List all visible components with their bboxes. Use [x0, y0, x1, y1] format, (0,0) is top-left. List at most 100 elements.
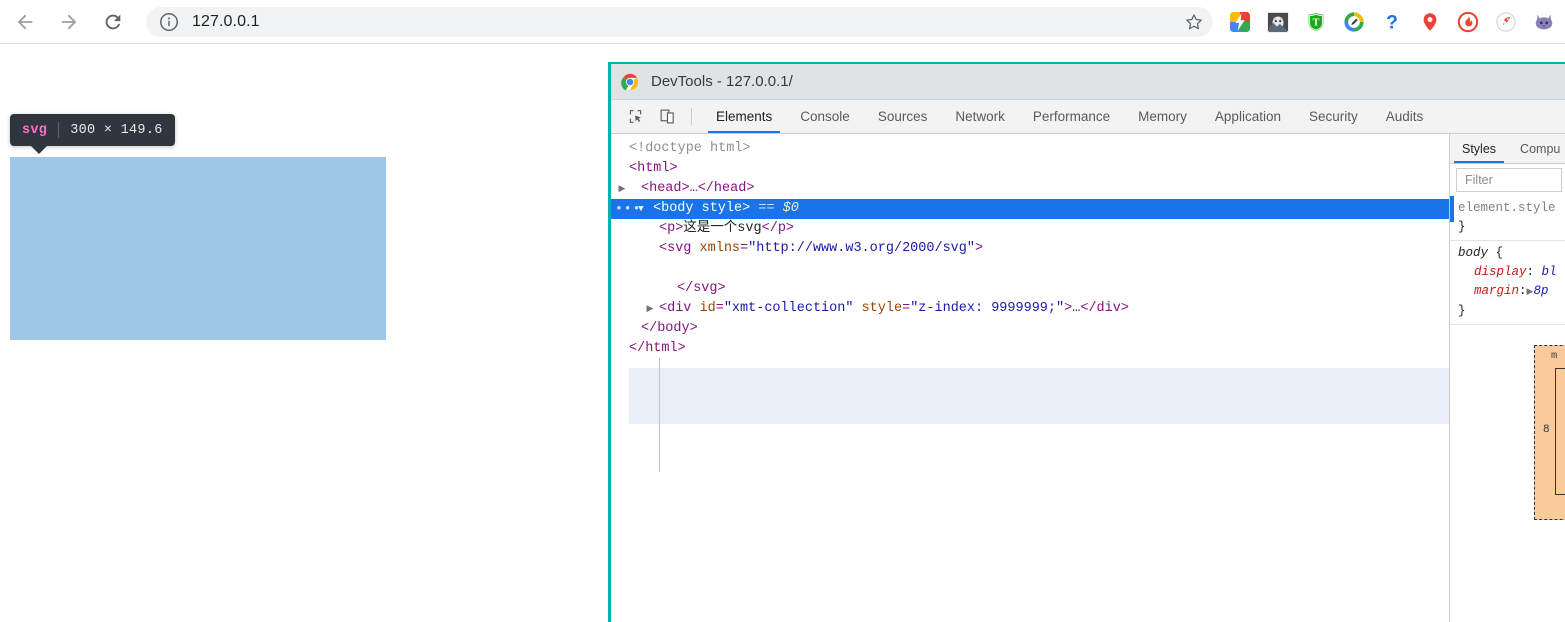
dom-line-paragraph[interactable]: <p>这是一个svg</p>	[611, 219, 1449, 239]
inspector-tag-name: svg	[22, 122, 48, 138]
tab-console[interactable]: Console	[786, 100, 864, 133]
body-open-brace: {	[1495, 246, 1504, 260]
box-model-margin-value[interactable]: 8	[1543, 424, 1550, 436]
devtools-body: <!doctype html> <html> ▶ <head>…</head> …	[611, 134, 1565, 622]
dom-line-svg-open[interactable]: <svg xmlns="http://www.w3.org/2000/svg">	[611, 239, 1449, 259]
p-text-content: 这是一个svg	[683, 221, 762, 236]
svg-close-tag: </svg>	[677, 281, 726, 296]
device-toolbar-button[interactable]	[651, 100, 683, 133]
dom-line-html-close[interactable]: </html>	[611, 339, 1449, 359]
lightning-colorful-icon	[1229, 11, 1251, 33]
tab-elements[interactable]: Elements	[702, 100, 786, 133]
expand-triangle-icon[interactable]: ▶	[616, 179, 628, 199]
margin-property[interactable]: margin	[1458, 282, 1519, 301]
css-rule-element-style[interactable]: element.style }	[1450, 196, 1565, 241]
dom-line-head[interactable]: ▶ <head>…</head>	[611, 179, 1449, 199]
tab-security[interactable]: Security	[1295, 100, 1372, 133]
dom-line-body-close[interactable]: </body>	[611, 319, 1449, 339]
tab-computed[interactable]: Compu	[1508, 134, 1565, 163]
collapse-triangle-icon[interactable]: ▼	[635, 199, 647, 219]
rocket-circle-extension[interactable]	[1487, 3, 1525, 41]
dom-line-html-open[interactable]: <html>	[611, 159, 1449, 179]
html-open-tag: <html>	[629, 161, 678, 176]
tab-audits[interactable]: Audits	[1372, 100, 1438, 133]
div-style-attr-name: style	[861, 301, 903, 316]
css-rule-marker	[1450, 196, 1454, 222]
red-flame-circle-extension[interactable]	[1449, 3, 1487, 41]
flame-circle-icon	[1457, 11, 1479, 33]
body-close-brace: }	[1458, 304, 1466, 318]
box-model-diagram[interactable]: m 8	[1534, 345, 1565, 520]
tab-elements-label: Elements	[716, 109, 773, 124]
lightning-colorful-extension[interactable]	[1221, 3, 1259, 41]
cat-image-extension[interactable]	[1259, 3, 1297, 41]
tab-security-label: Security	[1308, 109, 1358, 124]
device-toolbar-icon	[660, 109, 674, 124]
styles-filter-input[interactable]: Filter	[1456, 168, 1562, 192]
pen-circle-extension[interactable]	[1335, 3, 1373, 41]
div-id-attr-value: "xmt-collection"	[723, 301, 854, 316]
head-collapsed-tag: <head>…</head>	[641, 181, 755, 196]
inspect-element-button[interactable]	[619, 100, 651, 133]
box-model-border-box	[1555, 368, 1565, 495]
element-style-close-brace: }	[1458, 220, 1466, 234]
green-shield-t-extension[interactable]: T	[1297, 3, 1335, 41]
purple-cat-extension[interactable]	[1525, 3, 1563, 41]
info-circle-icon[interactable]	[158, 11, 180, 33]
margin-value[interactable]: 8p	[1533, 284, 1548, 298]
blue-question-mark-extension[interactable]: ?	[1373, 3, 1411, 41]
purple-cat-icon	[1535, 14, 1553, 30]
dom-line-doctype[interactable]: <!doctype html>	[611, 139, 1449, 159]
display-value[interactable]: bl	[1542, 265, 1557, 279]
dom-line-body-open[interactable]: ••• ▼ <body style> == $0	[611, 199, 1449, 219]
div-id-attr-name: id	[699, 301, 716, 316]
expand-triangle-icon[interactable]: ▶	[644, 299, 656, 319]
bookmark-button[interactable]	[1181, 9, 1207, 35]
div-style-attr-value: "z-index: 9999999;"	[910, 301, 1065, 316]
toolbar-divider	[691, 108, 692, 125]
highlighted-svg-element	[10, 157, 386, 340]
inspect-element-icon	[629, 110, 641, 123]
reload-button[interactable]	[94, 3, 132, 41]
url-text: 127.0.0.1	[192, 13, 260, 30]
styles-tabbar: Styles Compu	[1450, 134, 1565, 164]
address-bar[interactable]: 127.0.0.1	[146, 7, 1213, 37]
tab-memory-label: Memory	[1138, 109, 1187, 124]
devtools-titlebar[interactable]: DevTools - 127.0.0.1/	[611, 64, 1565, 100]
display-property[interactable]: display	[1458, 263, 1527, 282]
location-pin-icon	[1423, 13, 1437, 31]
forward-button[interactable]	[50, 3, 88, 41]
rocket-circle-icon	[1496, 12, 1516, 32]
tab-application[interactable]: Application	[1201, 100, 1295, 133]
svg-xmlns-attr-value: "http://www.w3.org/2000/svg"	[748, 241, 975, 256]
tab-sources[interactable]: Sources	[864, 100, 942, 133]
body-equals-sign: ==	[758, 201, 775, 216]
html-close-tag: </html>	[629, 341, 686, 356]
tab-memory[interactable]: Memory	[1124, 100, 1201, 133]
svg-node-highlight	[629, 368, 1449, 424]
element-inspector-tooltip: svg 300 × 149.6	[10, 114, 175, 154]
styles-filter-placeholder: Filter	[1465, 173, 1493, 187]
tab-network[interactable]: Network	[941, 100, 1019, 133]
body-open-tag: <body style>	[653, 201, 751, 216]
dom-indent-guide	[659, 358, 660, 472]
tab-network-label: Network	[955, 109, 1005, 124]
dom-line-div-collection[interactable]: ▶ <div id="xmt-collection" style="z-inde…	[611, 299, 1449, 319]
green-shield-t-icon: T	[1308, 13, 1324, 31]
tab-performance[interactable]: Performance	[1019, 100, 1124, 133]
back-button[interactable]	[6, 3, 44, 41]
dom-tree-pane[interactable]: <!doctype html> <html> ▶ <head>…</head> …	[611, 134, 1449, 622]
div-close-tag: </div>	[1080, 301, 1129, 316]
p-open-tag: <p>	[659, 221, 684, 236]
red-location-pin-extension[interactable]	[1411, 3, 1449, 41]
dom-line-svg-close[interactable]: </svg>	[611, 279, 1449, 299]
devtools-title-text: DevTools - 127.0.0.1/	[651, 73, 793, 90]
css-rule-body[interactable]: body { display: bl margin:▶8p }	[1450, 241, 1565, 325]
tab-styles[interactable]: Styles	[1450, 134, 1508, 163]
question-mark-icon: ?	[1386, 12, 1398, 33]
svg-open-tag: <svg	[659, 241, 692, 256]
box-model-margin-label: m	[1551, 350, 1558, 362]
console-reference-dollar0: $0	[782, 201, 799, 216]
chrome-logo-icon	[621, 73, 639, 90]
bookmark-star-icon	[1186, 14, 1202, 30]
